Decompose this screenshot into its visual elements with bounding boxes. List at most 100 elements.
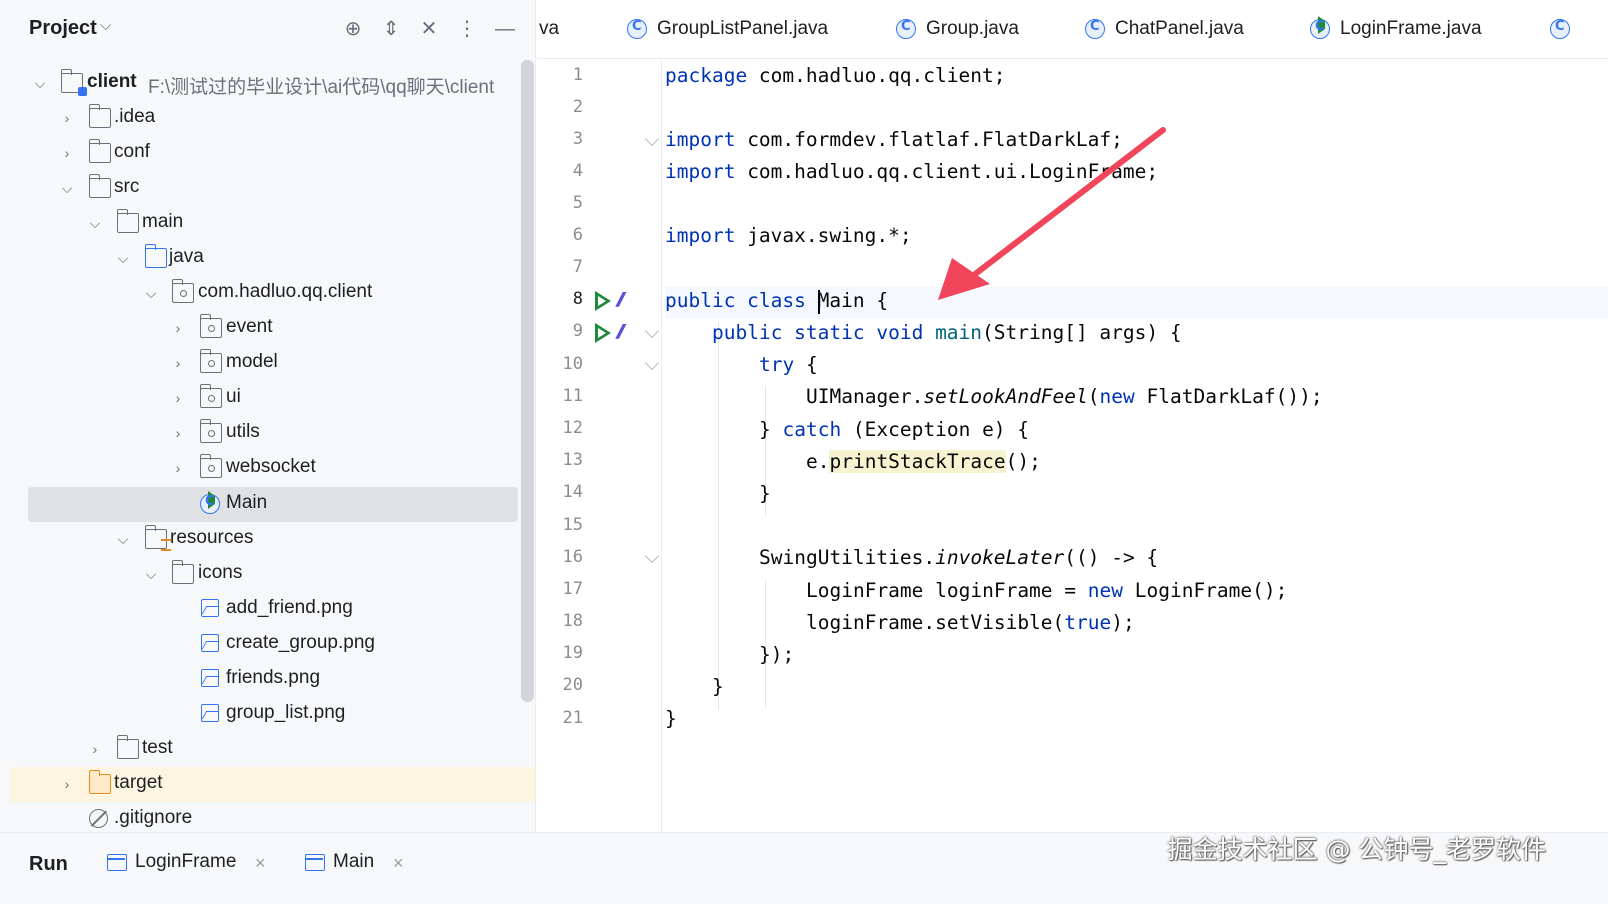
chevron-right-icon[interactable]: › [58,107,76,129]
code-text: ); [1111,611,1135,634]
tree-item-package-root[interactable]: ⌵ com.hadluo.qq.client [0,276,535,311]
tree-item-label: icons [198,562,243,583]
class-name: Main [817,289,865,312]
tree-item-label: com.hadluo.qq.client [198,281,373,302]
tree-item-test[interactable]: › test [0,732,535,767]
keyword: try [759,353,795,376]
keyword: catch [782,418,842,441]
chevron-right-icon[interactable]: › [169,352,187,374]
tree-item-label: java [169,246,204,267]
line-number: 9 [572,321,583,341]
tree-item-add-friend-png[interactable]: add_friend.png [0,592,535,627]
tree-item-conf[interactable]: › conf [0,136,535,171]
code-editor[interactable]: 1 2 3 4 5 6 7 8 9 10 11 12 13 14 15 16 1… [537,60,1608,832]
line-number: 5 [572,193,583,213]
project-panel-header: Project ⌵ ⊕ ⇕ ✕ ⋮ — [0,0,535,58]
keyword: package [665,64,748,87]
chevron-down-icon[interactable]: ⌵ [86,212,104,234]
line-number: 15 [562,515,583,535]
line-number: 1 [572,65,583,85]
chevron-down-icon[interactable]: ⌵ [142,282,160,304]
code-text: com.formdev.flatlaf.FlatDarkLaf; [735,128,1123,151]
project-panel-title[interactable]: Project [29,17,97,40]
resources-folder-icon [145,525,171,551]
run-tab-main[interactable]: Main × [305,851,415,881]
tree-item-resources[interactable]: ⌵ resources [0,522,535,557]
chevron-right-icon[interactable]: › [169,457,187,479]
locate-icon[interactable]: ⊕ [340,14,366,44]
chevron-down-icon[interactable]: ⌵ [142,563,160,585]
tree-item-ui[interactable]: › ui [0,381,535,416]
tree-item-idea[interactable]: › .idea [0,101,535,136]
chevron-right-icon[interactable]: › [58,142,76,164]
folder-icon [89,139,111,163]
hide-panel-icon[interactable]: — [492,14,518,44]
tree-item-gitignore[interactable]: .gitignore [0,802,535,832]
code-text: }); [759,643,795,666]
code-line-8: public class Main { [665,285,888,317]
tree-item-event[interactable]: › event [0,311,535,346]
code-text: (String[] args) { [982,321,1182,344]
ai-assistant-icon[interactable]: // [617,321,643,343]
tree-item-icons[interactable]: ⌵ icons [0,557,535,592]
tree-item-java[interactable]: ⌵ java [0,241,535,276]
tree-item-main-folder[interactable]: ⌵ main [0,206,535,241]
tree-item-target[interactable]: › target [10,767,535,802]
chevron-right-icon[interactable]: › [86,738,104,760]
image-file-icon [201,599,219,617]
tree-item-friends-png[interactable]: friends.png [0,662,535,697]
chevron-down-icon[interactable]: ⌵ [114,247,132,269]
more-options-icon[interactable]: ⋮ [454,14,480,44]
folder-icon [89,174,111,198]
indent-guide [718,322,719,710]
line-number: 21 [562,708,583,728]
chevron-right-icon[interactable]: › [169,317,187,339]
image-file-icon [201,704,219,722]
run-panel-title[interactable]: Run [29,853,68,876]
fold-icon[interactable] [644,323,660,339]
fold-icon[interactable] [644,131,660,147]
static-method: setLookAndFeel [923,385,1088,408]
tree-item-model[interactable]: › model [0,346,535,381]
tree-item-client[interactable]: ⌵ client F:\测试过的毕业设计\ai代码\qq聊天\client [0,66,535,101]
main-class-icon [1310,16,1330,39]
fold-icon[interactable] [644,355,660,371]
tree-item-utils[interactable]: › utils [0,416,535,451]
chevron-down-icon[interactable]: ⌵ [114,528,132,550]
line-number: 4 [572,161,583,181]
chevron-right-icon[interactable]: › [169,422,187,444]
collapse-all-icon[interactable]: ✕ [416,14,442,44]
tree-item-main-class[interactable]: Main [28,487,518,522]
tree-item-src[interactable]: ⌵ src [0,171,535,206]
code-text: com.hadluo.qq.client.ui.LoginFrame; [735,160,1159,183]
chevron-down-icon[interactable]: ⌵ [100,17,111,34]
tree-item-label: Main [226,492,268,513]
chevron-right-icon[interactable]: › [58,773,76,795]
close-icon[interactable]: × [393,853,404,874]
class-icon [896,19,916,39]
image-file-icon [201,634,219,652]
tree-item-websocket[interactable]: › websocket [0,451,535,486]
code-area[interactable]: package com.hadluo.qq.client; import com… [665,60,1608,832]
chevron-right-icon[interactable]: › [169,387,187,409]
editor-gutter[interactable]: 1 2 3 4 5 6 7 8 9 10 11 12 13 14 15 16 1… [537,60,662,832]
code-text: { [794,353,818,376]
folder-icon [117,209,139,233]
code-text: javax.swing.*; [735,224,912,247]
close-icon[interactable]: × [255,853,266,874]
chevron-down-icon[interactable]: ⌵ [31,72,49,94]
line-number: 18 [562,611,583,631]
chevron-down-icon[interactable]: ⌵ [58,177,76,199]
ai-assistant-icon[interactable]: // [617,289,643,311]
tree-item-group-list-png[interactable]: group_list.png [0,697,535,732]
tree-item-create-group-png[interactable]: create_group.png [0,627,535,662]
run-tab-loginframe[interactable]: LoginFrame × [107,851,277,881]
expand-all-icon[interactable]: ⇕ [378,14,404,44]
tree-scrollbar[interactable] [521,60,534,702]
fold-icon[interactable] [644,548,660,564]
run-gutter-icon[interactable] [593,290,613,312]
keyword: public static void [712,321,936,344]
run-gutter-icon[interactable] [593,322,613,344]
line-number: 13 [562,450,583,470]
code-text: (Exception e) { [841,418,1030,441]
